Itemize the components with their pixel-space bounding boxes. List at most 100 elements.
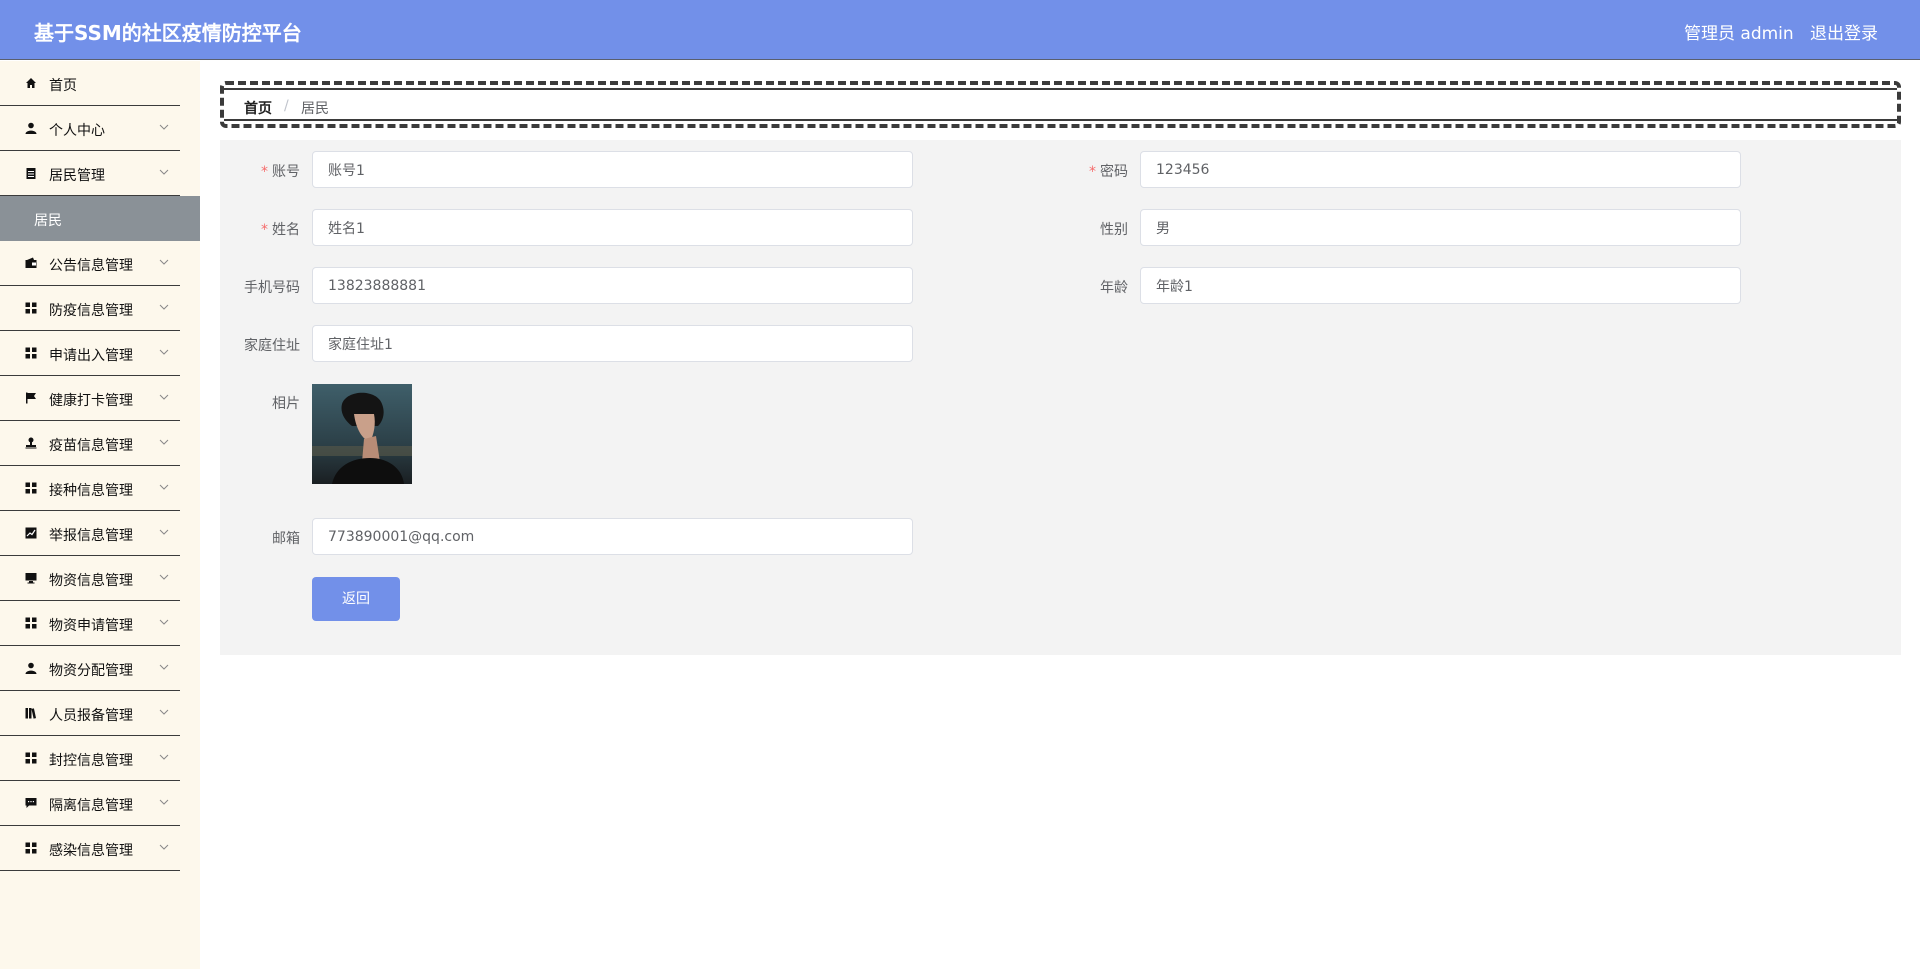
phone-label: 手机号码: [244, 280, 300, 296]
sidebar-item-quarantine[interactable]: 隔离信息管理: [0, 781, 180, 826]
sidebar-item-supply-requests[interactable]: 物资申请管理: [0, 601, 180, 646]
chevron-down-icon: [159, 664, 169, 670]
grid-icon: [25, 482, 37, 494]
account-field[interactable]: [312, 151, 913, 188]
sidebar-item-supplies[interactable]: 物资信息管理: [0, 556, 180, 601]
grid-icon: [25, 617, 37, 629]
chevron-down-icon: [159, 709, 169, 715]
required-mark: *: [261, 222, 268, 238]
address-field[interactable]: [312, 325, 913, 362]
sidebar-item-lockdown[interactable]: 封控信息管理: [0, 736, 180, 781]
sidebar-item-label: 封控信息管理: [49, 753, 133, 769]
chevron-down-icon: [159, 484, 169, 490]
clipboard-icon: [25, 167, 37, 179]
sidebar-item-vaccines[interactable]: 疫苗信息管理: [0, 421, 180, 466]
breadcrumb-separator: /: [284, 98, 289, 114]
chevron-down-icon: [159, 619, 169, 625]
sidebar-item-label: 人员报备管理: [49, 708, 133, 724]
sidebar-item-personnel-reports[interactable]: 人员报备管理: [0, 691, 180, 736]
sidebar-item-home[interactable]: 首页: [0, 61, 180, 106]
sidebar-item-label: 公告信息管理: [49, 258, 133, 274]
sidebar-item-label: 申请出入管理: [49, 348, 133, 364]
chevron-down-icon: [159, 304, 169, 310]
sidebar-item-label: 个人中心: [49, 123, 105, 139]
sidebar-item-label: 举报信息管理: [49, 528, 133, 544]
grid-icon: [25, 752, 37, 764]
flag-icon: [25, 392, 37, 404]
user-icon: [25, 662, 37, 674]
sidebar-item-label: 物资申请管理: [49, 618, 133, 634]
age-label: 年龄: [1100, 280, 1128, 296]
sidebar-item-label: 物资信息管理: [49, 573, 133, 589]
sidebar-item-label: 接种信息管理: [49, 483, 133, 499]
required-mark: *: [261, 164, 268, 180]
name-field[interactable]: [312, 209, 913, 246]
email-label: 邮箱: [272, 531, 300, 547]
home-icon: [25, 77, 37, 89]
sidebar-item-label: 居民管理: [49, 168, 105, 184]
chevron-down-icon: [159, 529, 169, 535]
email-field[interactable]: [312, 518, 913, 555]
grid-icon: [25, 302, 37, 314]
sidebar-item-health-checkin[interactable]: 健康打卡管理: [0, 376, 180, 421]
chevron-down-icon: [159, 754, 169, 760]
chevron-down-icon: [159, 394, 169, 400]
chevron-down-icon: [159, 439, 169, 445]
account-label: * 账号: [261, 164, 300, 180]
sidebar-item-notices[interactable]: 公告信息管理: [0, 241, 180, 286]
chat-icon: [25, 797, 37, 809]
sidebar: 首页 个人中心 居民管理 居民 公告信息管理 防疫信息管理 申请出入管理 健康打…: [0, 61, 200, 969]
resident-detail-form: *账号 *密码 *姓名 性别 手机号码 年龄 家庭住址 相片: [220, 140, 1901, 655]
sidebar-item-access-requests[interactable]: 申请出入管理: [0, 331, 180, 376]
required-mark: *: [1089, 164, 1096, 180]
grid-icon: [25, 347, 37, 359]
top-header: 基于SSM的社区疫情防控平台 管理员 admin 退出登录: [0, 0, 1920, 60]
chevron-down-icon: [159, 844, 169, 850]
address-label: 家庭住址: [244, 338, 300, 354]
sidebar-item-profile[interactable]: 个人中心: [0, 106, 180, 151]
sidebar-item-reports[interactable]: 举报信息管理: [0, 511, 180, 556]
sidebar-item-residents[interactable]: 居民管理: [0, 151, 180, 196]
sidebar-item-label: 健康打卡管理: [49, 393, 133, 409]
sidebar-item-infections[interactable]: 感染信息管理: [0, 826, 180, 871]
sidebar-item-label: 防疫信息管理: [49, 303, 133, 319]
sidebar-item-label: 疫苗信息管理: [49, 438, 133, 454]
gender-label: 性别: [1100, 222, 1128, 238]
sidebar-subitem-resident[interactable]: 居民: [0, 196, 200, 241]
password-label: * 密码: [1089, 164, 1128, 180]
chevron-down-icon: [159, 349, 169, 355]
sidebar-item-vaccinations[interactable]: 接种信息管理: [0, 466, 180, 511]
breadcrumb-home-link[interactable]: 首页: [244, 98, 272, 118]
stamp-icon: [25, 437, 37, 449]
user-icon: [25, 122, 37, 134]
sidebar-item-label: 首页: [49, 78, 77, 94]
breadcrumb: 首页 / 居民: [220, 81, 1901, 128]
gender-field[interactable]: [1140, 209, 1741, 246]
monitor-icon: [25, 572, 37, 584]
age-field[interactable]: [1140, 267, 1741, 304]
sidebar-subitem-label: 居民: [34, 213, 62, 229]
breadcrumb-frame: [224, 88, 1897, 121]
logout-link[interactable]: 退出登录: [1810, 19, 1878, 44]
chevron-down-icon: [159, 124, 169, 130]
name-label: * 姓名: [261, 222, 300, 238]
app-title: 基于SSM的社区疫情防控平台: [34, 21, 302, 45]
chevron-down-icon: [159, 574, 169, 580]
password-field[interactable]: [1140, 151, 1741, 188]
sidebar-item-label: 感染信息管理: [49, 843, 133, 859]
chevron-down-icon: [159, 799, 169, 805]
phone-field[interactable]: [312, 267, 913, 304]
sidebar-item-prevention[interactable]: 防疫信息管理: [0, 286, 180, 331]
chevron-down-icon: [159, 169, 169, 175]
breadcrumb-current: 居民: [301, 101, 329, 117]
wallet-icon: [25, 257, 37, 269]
sidebar-item-label: 隔离信息管理: [49, 798, 133, 814]
chevron-down-icon: [159, 259, 169, 265]
photo-label: 相片: [272, 396, 300, 412]
sidebar-item-label: 物资分配管理: [49, 663, 133, 679]
books-icon: [25, 707, 37, 719]
resident-photo[interactable]: [312, 384, 412, 484]
grid-icon: [25, 842, 37, 854]
back-button[interactable]: 返回: [312, 577, 400, 621]
sidebar-item-supply-allocation[interactable]: 物资分配管理: [0, 646, 180, 691]
